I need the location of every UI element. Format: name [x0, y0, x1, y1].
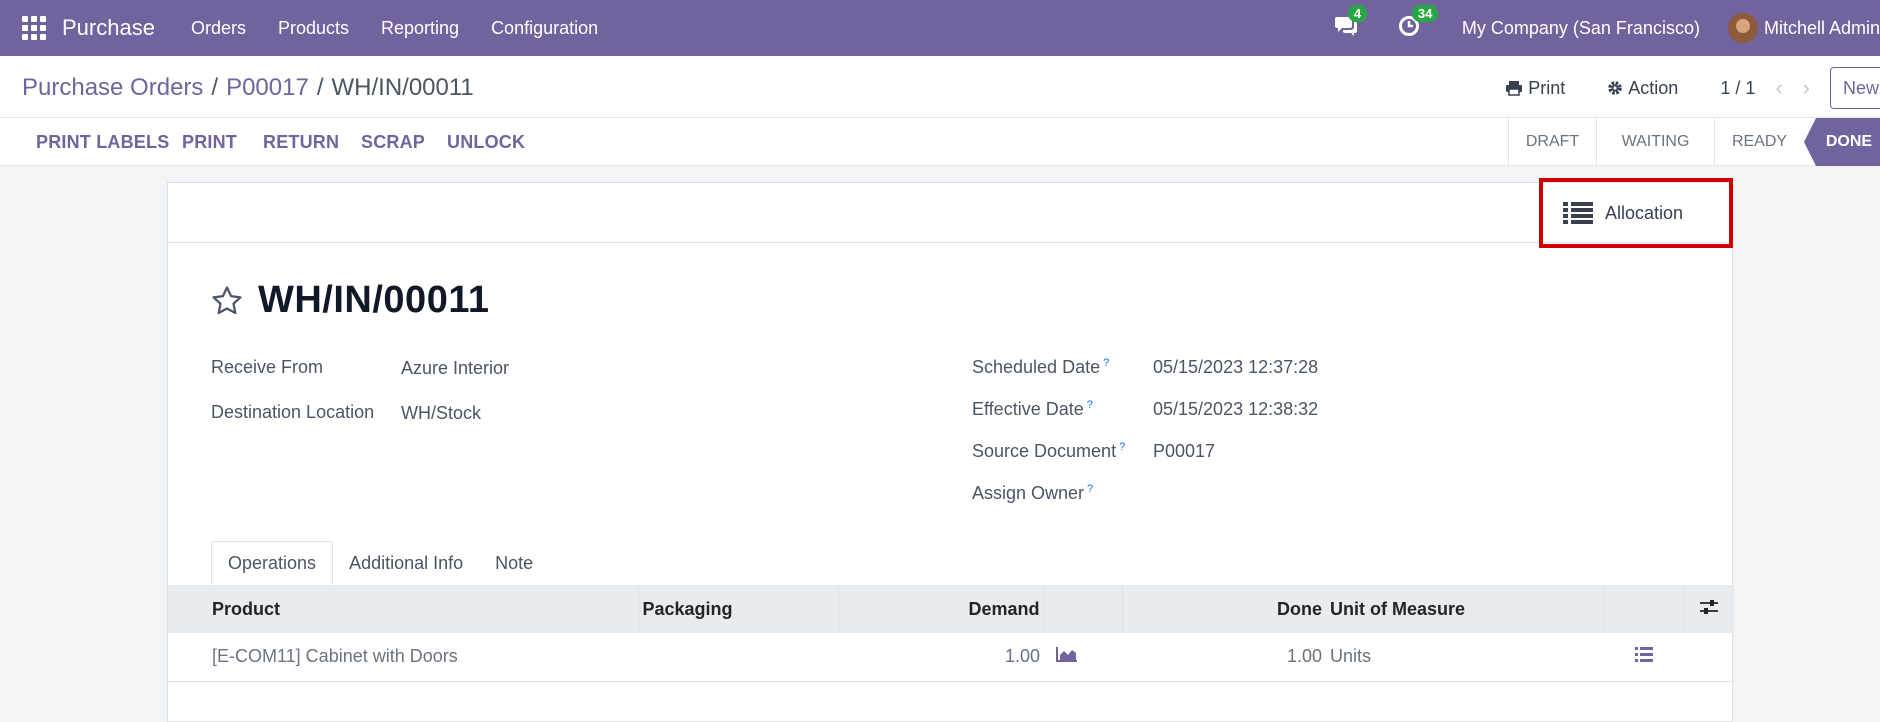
row-demand[interactable]: 1.00	[838, 633, 1044, 682]
notebook-tabs: Operations Additional Info Note	[211, 541, 549, 585]
tab-additional-info[interactable]: Additional Info	[333, 541, 479, 585]
row-product[interactable]: [E-COM11] Cabinet with Doors	[168, 633, 638, 682]
scheduled-date-label-text: Scheduled Date	[972, 357, 1101, 377]
activities-clock-icon[interactable]: 34	[1398, 5, 1439, 41]
help-icon[interactable]: ?	[1087, 483, 1093, 495]
table-header-row: Product Packaging Demand Done Unit of Me…	[168, 585, 1734, 633]
print-label: Print	[1528, 77, 1566, 98]
messages-icon[interactable]: 4	[1334, 5, 1368, 41]
activities-badge: 34	[1411, 5, 1439, 22]
unlock-button[interactable]: UNLOCK	[447, 132, 525, 153]
print-icon	[1506, 81, 1523, 96]
menu-reporting[interactable]: Reporting	[381, 18, 459, 39]
help-icon[interactable]: ?	[1119, 441, 1125, 453]
allocation-label: Allocation	[1605, 202, 1684, 223]
breadcrumb-current: WH/IN/00011	[331, 74, 474, 101]
pager-previous-icon[interactable]: ‹	[1775, 75, 1782, 101]
breadcrumb-purchase-orders[interactable]: Purchase Orders	[22, 74, 203, 101]
scheduled-date-value: 05/15/2023 12:37:28	[1153, 357, 1319, 377]
control-panel: Purchase Orders / P00017 / WH/IN/00011 Print…	[0, 56, 1880, 118]
print-button[interactable]: Print	[1505, 78, 1565, 99]
tab-note[interactable]: Note	[479, 541, 549, 585]
row-packaging[interactable]	[638, 633, 838, 682]
receive-from-label: Receive From	[211, 357, 324, 377]
operations-table: Product Packaging Demand Done Unit of Me…	[168, 585, 1734, 682]
new-button[interactable]: New	[1830, 67, 1880, 109]
sliders-icon	[1700, 599, 1719, 614]
row-uom[interactable]: Units	[1326, 633, 1604, 682]
apps-menu-icon[interactable]	[22, 16, 46, 40]
app-name[interactable]: Purchase	[62, 15, 155, 41]
stage-waiting: WAITING	[1596, 118, 1714, 166]
stage-done: DONE	[1804, 118, 1880, 166]
scrap-button[interactable]: SCRAP	[361, 132, 425, 153]
source-document-label: Source Document?	[972, 441, 1125, 462]
pager-next-icon[interactable]: ›	[1803, 75, 1810, 101]
avatar[interactable]	[1727, 13, 1758, 43]
breadcrumb-order[interactable]: P00017	[226, 74, 309, 101]
gear-icon	[1608, 81, 1623, 95]
return-button[interactable]: RETURN	[263, 132, 339, 153]
list-icon	[1563, 202, 1593, 224]
col-done[interactable]: Done	[1121, 585, 1326, 633]
effective-date-label: Effective Date?	[972, 399, 1093, 420]
tab-operations[interactable]: Operations	[211, 541, 334, 585]
form-sheet: Allocation WH/IN/00011 Receive From Azur…	[167, 178, 1734, 722]
help-icon[interactable]: ?	[1087, 399, 1093, 411]
top-navbar: Purchase Orders Products Reporting Confi…	[0, 0, 1880, 56]
action-label: Action	[1628, 77, 1679, 98]
company-switcher[interactable]: My Company (San Francisco)	[1462, 18, 1700, 39]
forecast-chart-icon[interactable]	[1044, 633, 1122, 682]
row-trailing-cell	[1684, 633, 1734, 682]
source-document-label-text: Source Document	[972, 441, 1117, 461]
col-uom[interactable]: Unit of Measure	[1326, 585, 1604, 633]
destination-value[interactable]: WH/Stock	[401, 403, 481, 424]
effective-date-value: 05/15/2023 12:38:32	[1153, 399, 1319, 419]
allocation-button[interactable]: Allocation	[1539, 178, 1733, 248]
menu-products[interactable]: Products	[278, 18, 349, 39]
col-product[interactable]: Product	[168, 585, 638, 633]
stage-pipeline: DRAFT WAITING READY DONE	[1508, 118, 1880, 166]
col-demand[interactable]: Demand	[837, 585, 1044, 633]
col-spacer	[1603, 585, 1684, 633]
breadcrumb-separator: /	[211, 74, 219, 101]
effective-date-label-text: Effective Date	[972, 399, 1084, 419]
stage-draft: DRAFT	[1508, 118, 1596, 166]
receive-from-value[interactable]: Azure Interior	[401, 358, 509, 379]
row-done[interactable]: 1.00	[1122, 633, 1326, 682]
record-title: WH/IN/00011	[210, 279, 490, 322]
print-status-button[interactable]: PRINT	[182, 132, 237, 153]
breadcrumb: Purchase Orders / P00017 / WH/IN/00011	[22, 74, 474, 102]
user-menu[interactable]: Mitchell Admin	[1764, 18, 1880, 39]
messages-badge: 4	[1347, 5, 1368, 22]
scheduled-date-label: Scheduled Date?	[972, 357, 1109, 378]
menu-orders[interactable]: Orders	[191, 18, 246, 39]
col-forecast	[1043, 585, 1122, 633]
assign-owner-label: Assign Owner?	[972, 483, 1093, 504]
print-labels-button[interactable]: PRINT LABELS	[36, 132, 169, 153]
detailed-operations-icon[interactable]	[1604, 633, 1684, 682]
assign-owner-label-text: Assign Owner	[972, 483, 1085, 503]
action-button[interactable]: Action	[1607, 78, 1678, 99]
help-icon[interactable]: ?	[1103, 357, 1109, 369]
pager-value[interactable]: 1 / 1	[1720, 78, 1755, 99]
record-name: WH/IN/00011	[258, 279, 490, 321]
source-document-value: P00017	[1153, 441, 1216, 461]
destination-label: Destination Location	[211, 402, 375, 422]
breadcrumb-separator: /	[316, 74, 324, 101]
button-box: Allocation	[168, 178, 1733, 248]
optional-columns-toggle[interactable]	[1683, 585, 1734, 633]
col-packaging[interactable]: Packaging	[637, 585, 838, 633]
table-row[interactable]: [E-COM11] Cabinet with Doors 1.00 1.00 U…	[168, 633, 1734, 682]
menu-configuration[interactable]: Configuration	[491, 18, 598, 39]
star-icon[interactable]	[210, 284, 244, 318]
status-bar: PRINT LABELS PRINT RETURN SCRAP UNLOCK D…	[0, 118, 1880, 166]
stage-ready: READY	[1714, 118, 1804, 166]
